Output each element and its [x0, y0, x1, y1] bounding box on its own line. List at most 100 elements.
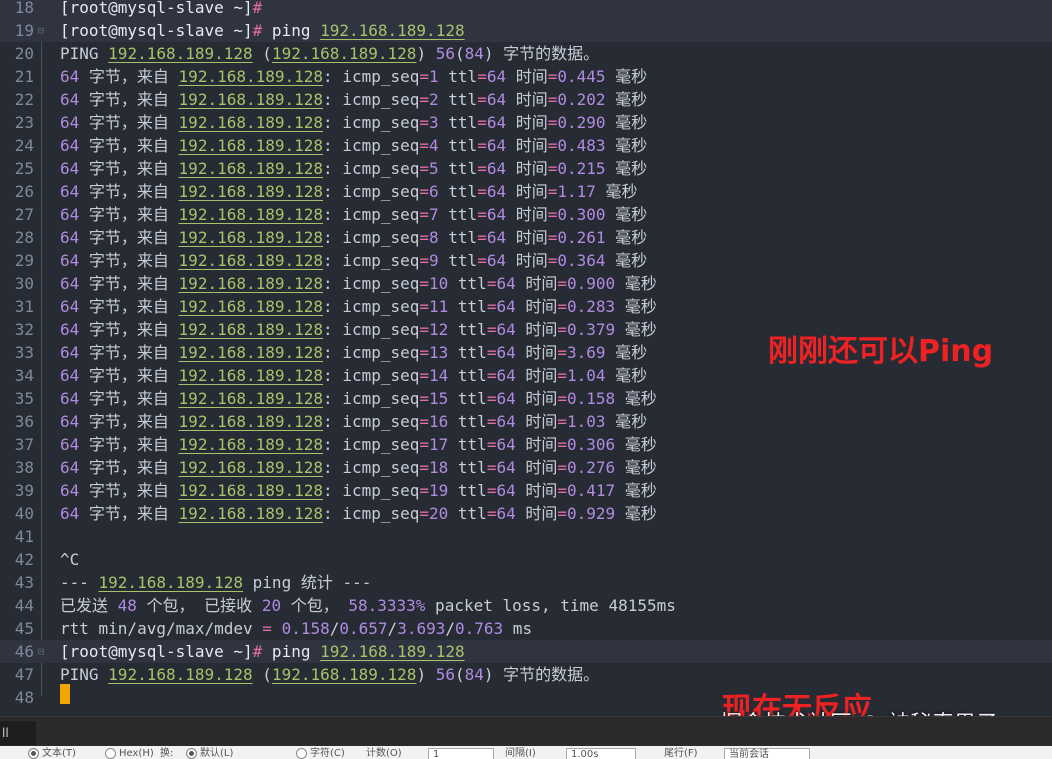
number: 64	[60, 504, 80, 523]
prompt: [root@mysql-slave ~]	[60, 0, 253, 17]
terminal-line: 43 --- 192.168.189.128 ping 统计 ---	[0, 571, 1052, 594]
text-segment: 字节，来自	[79, 320, 179, 339]
send-options-bar: 文本(T) Hex(H) 换: 默认(L) 字符(C) 计数(O) 1 间隔(I…	[0, 746, 1052, 759]
fold-toggle-icon[interactable]	[35, 0, 47, 19]
text-segment: 毫秒	[605, 412, 648, 431]
text-segment: : icmp_seq	[323, 274, 420, 293]
text-segment: 字节，来自	[79, 251, 179, 270]
text-segment: 时间	[506, 90, 548, 109]
number: 0.276	[567, 458, 616, 477]
number: 64	[486, 136, 507, 155]
text-segment: 毫秒	[605, 228, 648, 247]
number: 0.300	[557, 205, 606, 224]
number: 56	[435, 44, 455, 63]
default-radio[interactable]: 默认(L)	[186, 748, 233, 759]
text-segment: ttl	[448, 366, 487, 385]
terminal-line: 31 64 字节，来自 192.168.189.128: icmp_seq=11 …	[0, 295, 1052, 318]
operator: =	[419, 297, 430, 316]
target-session-select[interactable]: 当前会话	[724, 748, 810, 759]
operator: =	[419, 435, 430, 454]
number: 1.04	[567, 366, 606, 385]
char-radio[interactable]: 字符(C)	[296, 748, 345, 759]
text-segment: 字节，来自	[79, 159, 179, 178]
number: 0.215	[557, 159, 606, 178]
operator: =	[477, 251, 487, 270]
line-number: 39	[14, 481, 34, 500]
count-input[interactable]: 1	[428, 748, 494, 759]
operator: =	[419, 274, 430, 293]
fold-guide	[41, 157, 42, 180]
operator: =	[419, 343, 430, 362]
line-number: 47	[14, 665, 34, 684]
ip-address: 192.168.189.128	[320, 21, 465, 40]
number: 64	[486, 182, 507, 201]
text-segment: 字节，来自	[79, 412, 179, 431]
number: 3.693	[397, 619, 446, 638]
text-segment: 时间	[515, 366, 558, 385]
number: 64	[486, 205, 507, 224]
text-segment: ttl	[448, 504, 487, 523]
number: 64	[496, 458, 516, 477]
ip-address: 192.168.189.128	[271, 44, 417, 63]
operator: =	[419, 67, 430, 86]
number: 0.306	[567, 435, 616, 454]
session-tab[interactable]: ll	[0, 721, 36, 745]
text-segment: 字节，来自	[79, 366, 179, 385]
line-text: 64 字节，来自 192.168.189.128: icmp_seq=17 tt…	[60, 433, 657, 456]
text-segment: : icmp_seq	[323, 251, 420, 270]
text-segment: 时间	[506, 251, 548, 270]
line-number: 29	[14, 251, 34, 270]
terminal-line: 35 64 字节，来自 192.168.189.128: icmp_seq=15 …	[0, 387, 1052, 410]
terminal-line: 45 rtt min/avg/max/mdev = 0.158/0.657/3.6…	[0, 617, 1052, 640]
operator: =	[486, 343, 497, 362]
text-segment: ttl	[448, 343, 487, 362]
operator: =	[419, 90, 430, 109]
text-mode-radio[interactable]: 文本(T)	[28, 748, 76, 759]
fold-guide	[41, 180, 42, 203]
fold-toggle-icon[interactable]: ⊟	[35, 640, 47, 663]
number: 64	[60, 481, 80, 500]
ip-address: 192.168.189.128	[320, 642, 465, 661]
number: 9	[429, 251, 439, 270]
text-segment: 个包，	[281, 596, 349, 615]
line-number: 19	[14, 21, 34, 40]
number: 12	[429, 320, 449, 339]
line-text: ^C	[60, 548, 79, 571]
operator: =	[547, 228, 558, 247]
hex-mode-radio[interactable]: Hex(H)	[105, 748, 154, 759]
fold-guide	[41, 686, 42, 696]
operator: =	[557, 504, 567, 523]
operator: =	[486, 274, 497, 293]
text-segment: 毫秒	[615, 274, 657, 293]
operator: =	[419, 366, 430, 385]
fold-guide	[41, 502, 42, 525]
fold-guide	[41, 617, 42, 640]
text-segment: : icmp_seq	[323, 205, 420, 224]
text-segment: : icmp_seq	[323, 435, 420, 454]
number: 0.290	[557, 113, 606, 132]
interval-input[interactable]: 1.00s	[566, 748, 636, 759]
line-text: 64 字节，来自 192.168.189.128: icmp_seq=8 ttl…	[60, 226, 647, 249]
operator: =	[486, 504, 497, 523]
operator: =	[557, 412, 567, 431]
operator: =	[547, 182, 558, 201]
operator: =	[547, 136, 558, 155]
operator: =	[557, 389, 567, 408]
line-number: 31	[14, 297, 34, 316]
text-segment: 毫秒	[615, 435, 657, 454]
fold-guide	[41, 571, 42, 594]
ip-address: 192.168.189.128	[178, 67, 324, 86]
operator: =	[477, 182, 487, 201]
operator: =	[477, 159, 487, 178]
operator: =	[252, 619, 282, 638]
number: 11	[429, 297, 449, 316]
line-text: 64 字节，来自 192.168.189.128: icmp_seq=1 ttl…	[60, 65, 647, 88]
fold-toggle-icon[interactable]: ⊟	[35, 19, 47, 42]
text-segment: ) 字节的数据。	[483, 44, 600, 63]
line-text: 64 字节，来自 192.168.189.128: icmp_seq=15 tt…	[60, 387, 657, 410]
text-segment: ttl	[438, 251, 478, 270]
text-segment: ttl	[438, 113, 478, 132]
number: 64	[60, 320, 80, 339]
operator: =	[477, 67, 487, 86]
text-segment: 毫秒	[615, 389, 657, 408]
